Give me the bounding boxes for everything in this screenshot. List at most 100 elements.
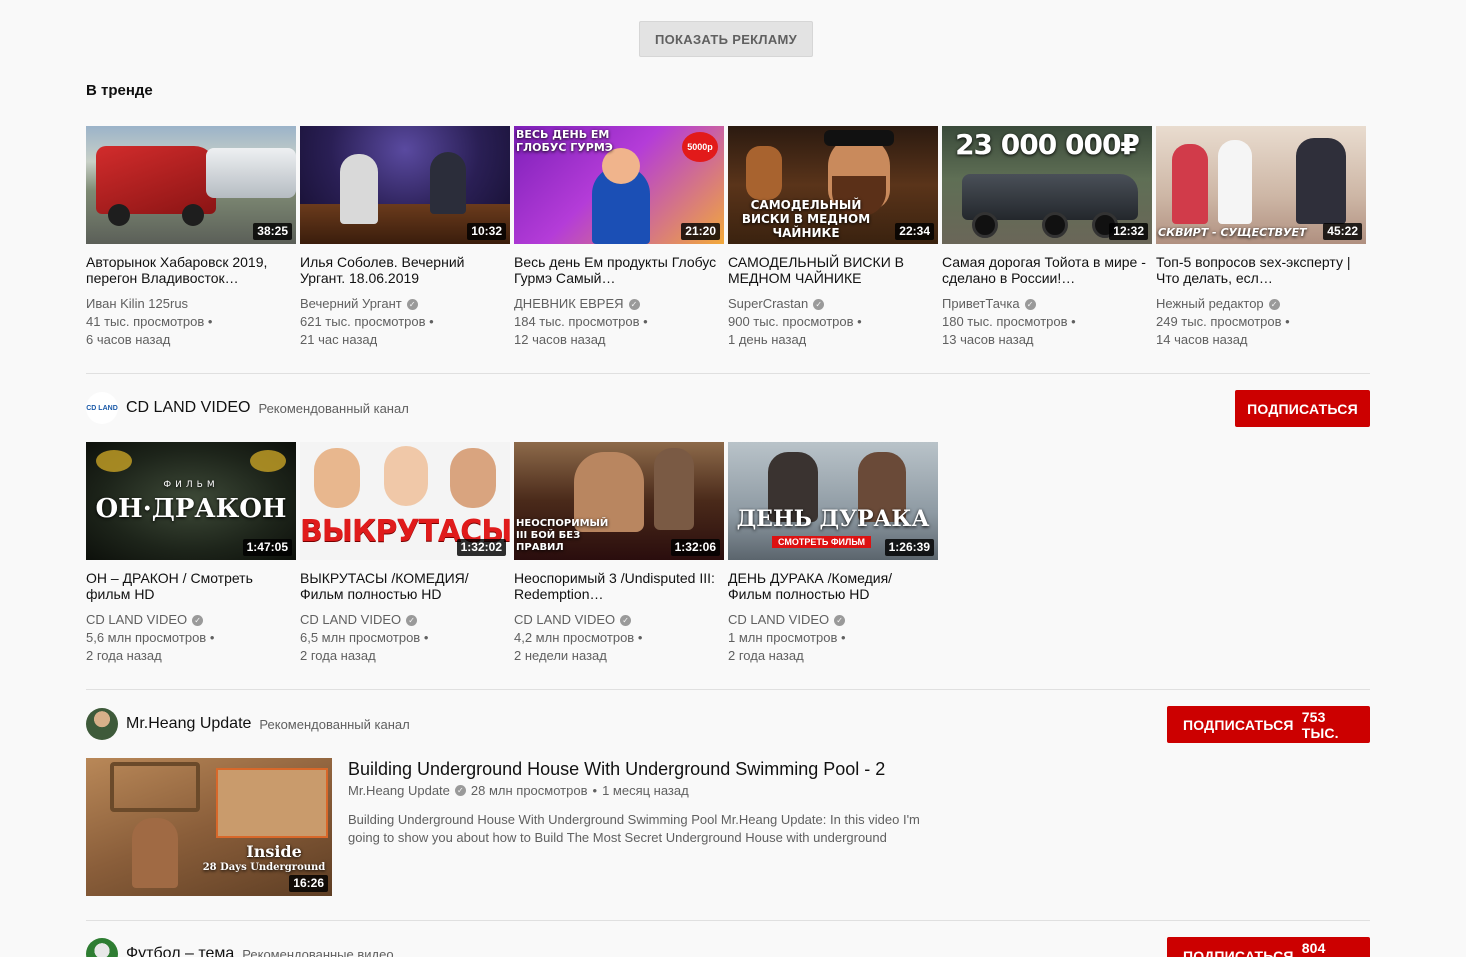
verified-icon: ✓ xyxy=(454,785,466,796)
video-thumbnail[interactable]: НЕОСПОРИМЫЙ III БОЙ БЕЗ ПРАВИЛ 1:32:06 xyxy=(514,442,724,560)
video-title[interactable]: Самая дорогая Тойота в мире - сделано в … xyxy=(942,254,1152,286)
video-duration: 22:34 xyxy=(895,223,934,240)
video-title[interactable]: Топ-5 вопросов sex-эксперту | Что делать… xyxy=(1156,254,1366,286)
video-card[interactable]: ВЕСЬ ДЕНЬ ЕМ ГЛОБУС ГУРМЭ 5000р 21:20 Ве… xyxy=(514,126,724,349)
video-channel[interactable]: CD LAND VIDEO ✓ xyxy=(86,611,296,629)
show-ads-button[interactable]: ПОКАЗАТЬ РЕКЛАМУ xyxy=(639,21,813,57)
channel-name[interactable]: CD LAND VIDEO xyxy=(126,399,250,417)
channel-name[interactable]: CD LAND VIDEO xyxy=(300,611,401,629)
video-duration: 1:47:05 xyxy=(242,539,292,556)
video-channel[interactable]: SuperCrastan ✓ xyxy=(728,295,938,313)
video-views: 621 тыс. просмотров • xyxy=(300,314,434,329)
video-views: 28 млн просмотров xyxy=(470,783,588,798)
video-card[interactable]: 10:32 Илья Соболев. Вечерний Ургант. 18.… xyxy=(300,126,510,349)
video-thumbnail[interactable]: Inside 28 Days Underground 16:26 xyxy=(86,758,332,896)
thumbnail-caption: ВЕСЬ ДЕНЬ ЕМ ГЛОБУС ГУРМЭ xyxy=(516,128,613,154)
video-title[interactable]: ОН – ДРАКОН / Смотреть фильм HD xyxy=(86,570,296,602)
verified-icon: ✓ xyxy=(1268,298,1280,310)
subscriber-count: 804 ТЫС. xyxy=(1301,939,1339,957)
video-title[interactable]: Building Underground House With Undergro… xyxy=(348,757,928,781)
video-thumbnail[interactable]: СКВИРТ - СУЩЕСТВУЕТ 45:22 xyxy=(1156,126,1366,244)
video-channel[interactable]: CD LAND VIDEO ✓ xyxy=(300,611,510,629)
verified-icon: ✓ xyxy=(813,298,825,310)
verified-icon: ✓ xyxy=(628,298,640,310)
video-thumbnail[interactable]: ФИЛЬМ ОН·ДРАКОН 1:47:05 xyxy=(86,442,296,560)
video-age: 2 года назад xyxy=(86,648,162,663)
video-title[interactable]: ДЕНЬ ДУРАКА /Комедия/ Фильм полностью HD xyxy=(728,570,938,602)
video-channel[interactable]: ПриветТачка ✓ xyxy=(942,295,1152,313)
channel-name[interactable]: CD LAND VIDEO xyxy=(86,611,187,629)
channel-avatar[interactable] xyxy=(86,708,118,740)
channel-name[interactable]: Mr.Heang Update xyxy=(348,783,450,798)
video-card[interactable]: ДЕНЬ ДУРАКА СМОТРЕТЬ ФИЛЬМ 1:26:39 ДЕНЬ … xyxy=(728,442,938,665)
video-title[interactable]: Илья Соболев. Вечерний Ургант. 18.06.201… xyxy=(300,254,510,286)
verified-icon: ✓ xyxy=(406,298,418,310)
video-title[interactable]: Весь день Ем продукты Глобус Гурмэ Самый… xyxy=(514,254,724,286)
video-channel[interactable]: ДНЕВНИК ЕВРЕЯ ✓ xyxy=(514,295,724,313)
video-thumbnail[interactable]: ВЕСЬ ДЕНЬ ЕМ ГЛОБУС ГУРМЭ 5000р 21:20 xyxy=(514,126,724,244)
video-channel[interactable]: Вечерний Ургант ✓ xyxy=(300,295,510,313)
video-channel[interactable]: Иван Kilin 125rus xyxy=(86,295,296,313)
channel-avatar[interactable]: CD LAND xyxy=(86,392,118,424)
verified-icon: ✓ xyxy=(620,614,632,626)
cdland-shelf-header: CD LAND CD LAND VIDEO Рекомендованный ка… xyxy=(86,392,409,424)
channel-name[interactable]: ДНЕВНИК ЕВРЕЯ xyxy=(514,295,624,313)
trending-section-title[interactable]: В тренде xyxy=(86,82,153,99)
video-age: 2 года назад xyxy=(728,648,804,663)
video-channel[interactable]: Нежный редактор ✓ xyxy=(1156,295,1366,313)
thumbnail-caption: Inside xyxy=(246,842,302,861)
section-divider xyxy=(86,689,1370,690)
channel-name[interactable]: CD LAND VIDEO xyxy=(514,611,615,629)
football-shelf-header: Футбол – тема Рекомендованные видео xyxy=(86,938,394,957)
video-title[interactable]: САМОДЕЛЬНЫЙ ВИСКИ В МЕДНОМ ЧАЙНИКЕ xyxy=(728,254,938,286)
subscribe-button[interactable]: ПОДПИСАТЬСЯ 753 ТЫС. xyxy=(1167,706,1370,743)
video-title[interactable]: Авторынок Хабаровск 2019, перегон Владив… xyxy=(86,254,296,286)
video-age: 13 часов назад xyxy=(942,332,1034,347)
trending-shelf: 38:25 Авторынок Хабаровск 2019, перегон … xyxy=(86,126,1366,349)
channel-name[interactable]: ПриветТачка xyxy=(942,295,1020,313)
video-card[interactable]: 38:25 Авторынок Хабаровск 2019, перегон … xyxy=(86,126,296,349)
thumbnail-caption: ДЕНЬ ДУРАКА xyxy=(736,506,930,532)
channel-name[interactable]: SuperCrastan xyxy=(728,295,808,313)
heang-shelf-header: Mr.Heang Update Рекомендованный канал xyxy=(86,708,410,740)
youtube-home-feed: ПОКАЗАТЬ РЕКЛАМУ В тренде 38:25 Авторыно… xyxy=(0,0,1466,957)
video-card[interactable]: 23 000 000₽ 12:32 Самая дорогая Тойота в… xyxy=(942,126,1152,349)
video-thumbnail[interactable]: САМОДЕЛЬНЫЙ ВИСКИ В МЕДНОМ ЧАЙНИКЕ 22:34 xyxy=(728,126,938,244)
video-title[interactable]: Неоспоримый 3 /Undisputed III: Redemptio… xyxy=(514,570,724,602)
channel-name[interactable]: Иван Kilin 125rus xyxy=(86,295,188,313)
subscribe-button[interactable]: ПОДПИСАТЬСЯ804 ТЫС. xyxy=(1167,937,1370,957)
channel-name[interactable]: CD LAND VIDEO xyxy=(728,611,829,629)
video-duration: 16:26 xyxy=(289,875,328,892)
video-thumbnail[interactable]: 38:25 xyxy=(86,126,296,244)
video-card[interactable]: СКВИРТ - СУЩЕСТВУЕТ 45:22 Топ-5 вопросов… xyxy=(1156,126,1366,349)
channel-name[interactable]: Mr.Heang Update xyxy=(126,715,251,733)
channel-name[interactable]: Футбол – тема xyxy=(126,945,234,957)
section-divider xyxy=(86,373,1370,374)
channel-name[interactable]: Вечерний Ургант xyxy=(300,295,402,313)
video-channel[interactable]: CD LAND VIDEO ✓ xyxy=(728,611,938,629)
video-title[interactable]: ВЫКРУТАСЫ /КОМЕДИЯ/ Фильм полностью HD xyxy=(300,570,510,602)
channel-avatar[interactable] xyxy=(86,938,118,957)
thumbnail-subcaption: 28 Days Underground xyxy=(202,862,326,873)
video-card[interactable]: САМОДЕЛЬНЫЙ ВИСКИ В МЕДНОМ ЧАЙНИКЕ 22:34… xyxy=(728,126,938,349)
video-age: 6 часов назад xyxy=(86,332,171,347)
video-thumbnail[interactable]: 23 000 000₽ 12:32 xyxy=(942,126,1152,244)
channel-name[interactable]: Нежный редактор xyxy=(1156,295,1264,313)
thumbnail-caption: НЕОСПОРИМЫЙ III БОЙ БЕЗ ПРАВИЛ xyxy=(516,518,609,553)
video-card[interactable]: ВЫКРУТАСЫ 1:32:02 ВЫКРУТАСЫ /КОМЕДИЯ/ Фи… xyxy=(300,442,510,665)
video-card[interactable]: ФИЛЬМ ОН·ДРАКОН 1:47:05 ОН – ДРАКОН / См… xyxy=(86,442,296,665)
video-thumbnail[interactable]: ВЫКРУТАСЫ 1:32:02 xyxy=(300,442,510,560)
video-card[interactable]: НЕОСПОРИМЫЙ III БОЙ БЕЗ ПРАВИЛ 1:32:06 Н… xyxy=(514,442,724,665)
video-duration: 21:20 xyxy=(681,223,720,240)
video-duration: 10:32 xyxy=(467,223,506,240)
video-views: 6,5 млн просмотров • xyxy=(300,630,429,645)
video-duration: 38:25 xyxy=(253,223,292,240)
price-badge: 5000р xyxy=(682,132,718,162)
featured-video[interactable]: Inside 28 Days Underground 16:26 Buildin… xyxy=(86,758,928,896)
video-channel[interactable]: CD LAND VIDEO ✓ xyxy=(514,611,724,629)
video-age: 21 час назад xyxy=(300,332,378,347)
video-thumbnail[interactable]: 10:32 xyxy=(300,126,510,244)
video-thumbnail[interactable]: ДЕНЬ ДУРАКА СМОТРЕТЬ ФИЛЬМ 1:26:39 xyxy=(728,442,938,560)
subscribe-button[interactable]: ПОДПИСАТЬСЯ xyxy=(1235,390,1370,427)
shelf-label: Рекомендованные видео xyxy=(242,946,394,957)
